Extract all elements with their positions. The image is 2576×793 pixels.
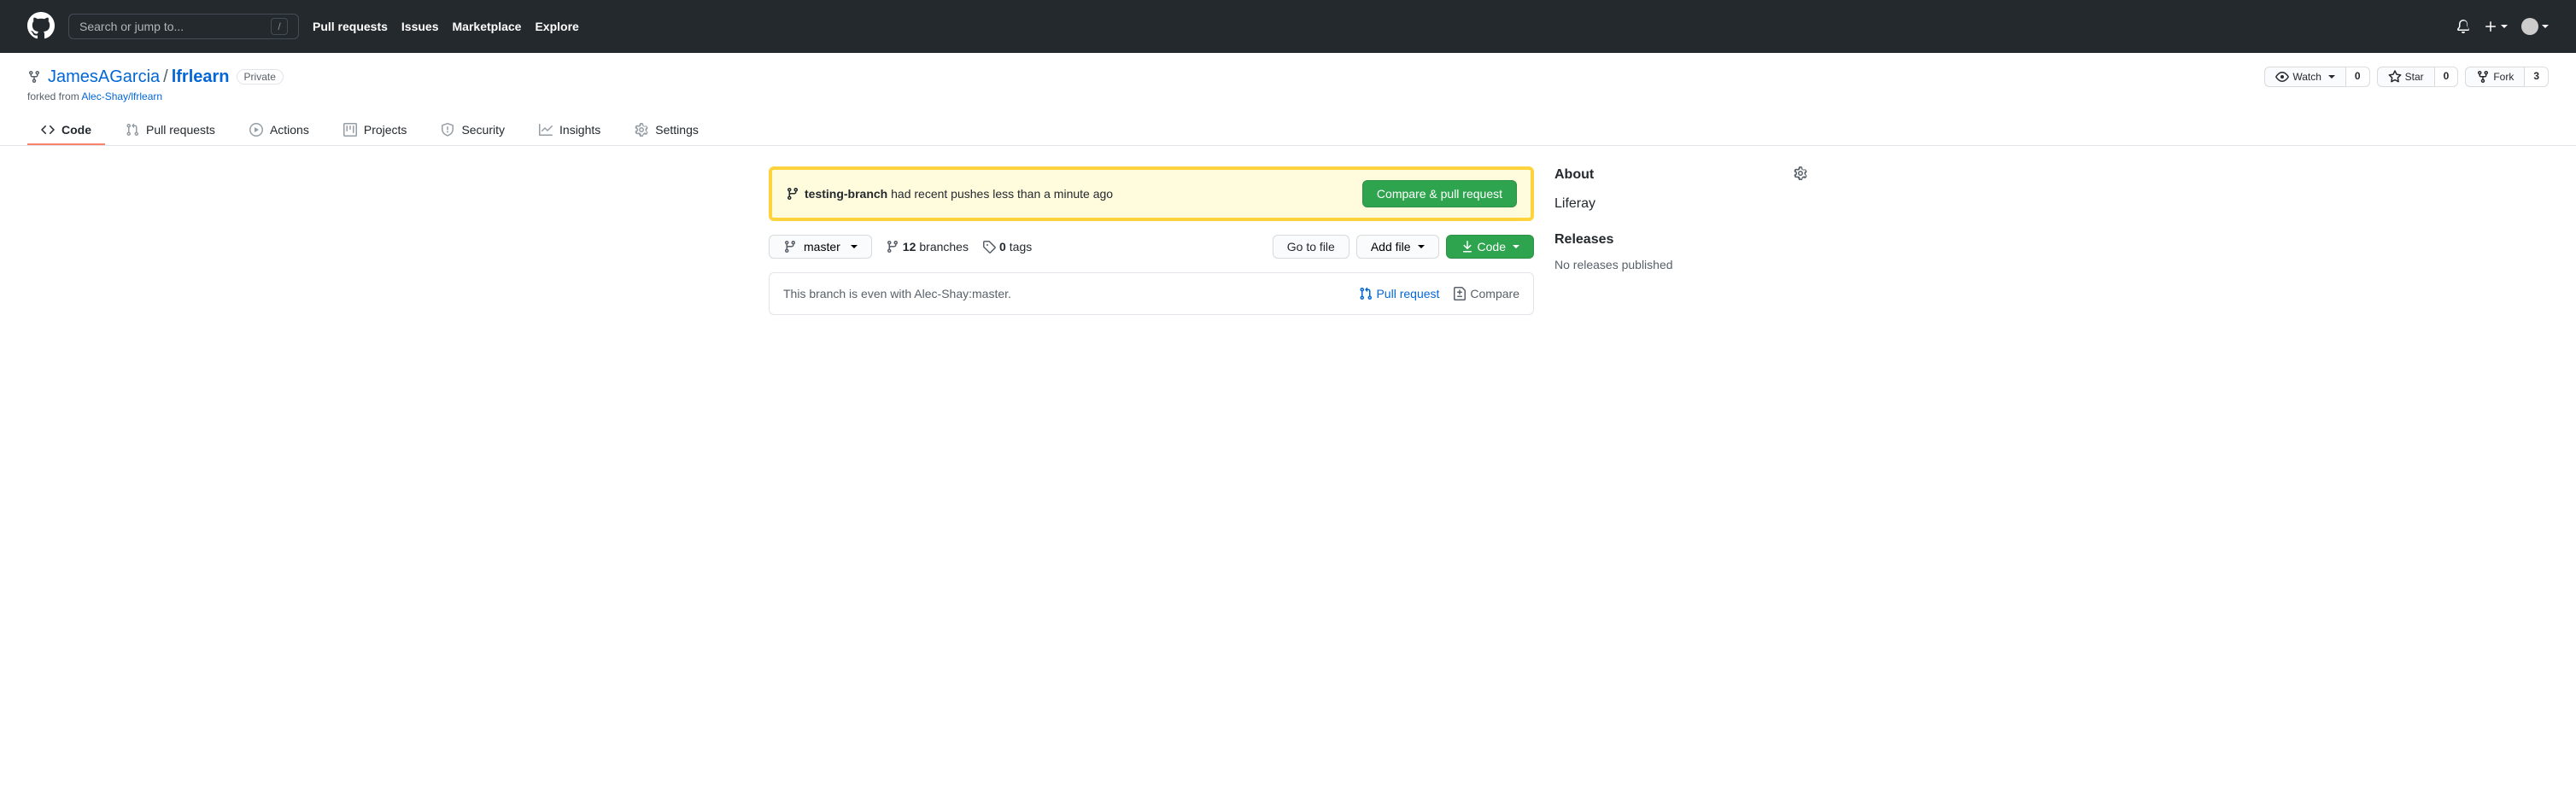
- watch-button[interactable]: Watch: [2264, 67, 2346, 87]
- edit-about-button[interactable]: [1794, 166, 1807, 183]
- releases-title: Releases: [1554, 232, 1807, 248]
- branch-comparison-box: This branch is even with Alec-Shay:maste…: [769, 272, 1534, 315]
- go-to-file-button[interactable]: Go to file: [1273, 235, 1349, 259]
- bell-icon: [2456, 20, 2470, 33]
- repo-title: JamesAGarcia / lfrlearn Private: [27, 67, 284, 87]
- tab-settings[interactable]: Settings: [621, 116, 712, 145]
- main-column: testing-branch had recent pushes less th…: [769, 166, 1534, 315]
- tab-projects[interactable]: Projects: [330, 116, 421, 145]
- graph-icon: [539, 123, 553, 137]
- pull-request-link[interactable]: Pull request: [1359, 287, 1439, 300]
- git-pull-request-icon: [126, 123, 139, 137]
- tag-icon: [982, 240, 996, 254]
- nav-marketplace[interactable]: Marketplace: [453, 20, 522, 33]
- tab-code[interactable]: Code: [27, 116, 105, 145]
- notifications-button[interactable]: [2456, 20, 2470, 33]
- releases-text: No releases published: [1554, 258, 1807, 271]
- recent-push-branch: testing-branch: [805, 187, 887, 201]
- repo-name-link[interactable]: lfrlearn: [172, 67, 230, 86]
- recent-push-alert: testing-branch had recent pushes less th…: [769, 166, 1534, 221]
- play-icon: [249, 123, 263, 137]
- fork-button[interactable]: Fork: [2465, 67, 2525, 87]
- caret-down-icon: [1513, 245, 1519, 248]
- tab-insights[interactable]: Insights: [525, 116, 614, 145]
- git-pull-request-icon: [1359, 287, 1373, 300]
- main-container: testing-branch had recent pushes less th…: [741, 146, 1835, 335]
- git-branch-icon: [786, 187, 799, 201]
- gear-icon: [1794, 166, 1807, 180]
- user-menu-button[interactable]: [2521, 18, 2549, 35]
- compare-link[interactable]: Compare: [1453, 287, 1519, 300]
- search-slash-hint: /: [271, 18, 288, 35]
- download-icon: [1461, 240, 1474, 254]
- caret-down-icon: [851, 245, 858, 248]
- about-section: About Liferay: [1554, 166, 1807, 212]
- gear-icon: [635, 123, 648, 137]
- branch-select-menu[interactable]: master: [769, 235, 872, 259]
- caret-down-icon: [2328, 75, 2335, 79]
- about-description: Liferay: [1554, 196, 1807, 212]
- github-logo[interactable]: [27, 12, 55, 42]
- create-new-button[interactable]: [2484, 20, 2508, 33]
- repo-forked-icon: [27, 70, 41, 84]
- fork-info: forked from Alec-Shay/lfrlearn: [27, 90, 2549, 102]
- header-right: [2456, 18, 2549, 35]
- star-count[interactable]: 0: [2435, 67, 2459, 87]
- sidebar: About Liferay Releases No releases publi…: [1554, 166, 1807, 315]
- repo-forked-icon: [2476, 70, 2490, 84]
- search-input[interactable]: [79, 20, 271, 33]
- nav-explore[interactable]: Explore: [535, 20, 578, 33]
- branches-link[interactable]: 12 branches: [886, 240, 969, 254]
- fork-count[interactable]: 3: [2525, 67, 2549, 87]
- git-branch-icon: [783, 240, 797, 254]
- tab-pull-requests[interactable]: Pull requests: [112, 116, 229, 145]
- compare-pull-request-button[interactable]: Compare & pull request: [1362, 180, 1517, 207]
- plus-icon: [2484, 20, 2497, 33]
- global-header: / Pull requests Issues Marketplace Explo…: [0, 0, 2576, 53]
- git-branch-icon: [886, 240, 899, 254]
- file-navigation: master 12 branches 0 tags Go to file Add…: [769, 235, 1534, 259]
- header-nav: Pull requests Issues Marketplace Explore: [313, 20, 579, 33]
- tab-security[interactable]: Security: [427, 116, 518, 145]
- caret-down-icon: [1418, 245, 1425, 248]
- code-download-button[interactable]: Code: [1446, 235, 1534, 259]
- project-icon: [343, 123, 357, 137]
- tab-actions[interactable]: Actions: [236, 116, 323, 145]
- star-icon: [2388, 70, 2402, 84]
- nav-issues[interactable]: Issues: [401, 20, 439, 33]
- fork-parent-link[interactable]: Alec-Shay/lfrlearn: [81, 90, 162, 102]
- tags-link[interactable]: 0 tags: [982, 240, 1032, 254]
- eye-icon: [2275, 70, 2289, 84]
- nav-pull-requests[interactable]: Pull requests: [313, 20, 388, 33]
- star-button[interactable]: Star: [2377, 67, 2435, 87]
- add-file-button[interactable]: Add file: [1356, 235, 1439, 259]
- repo-owner-link[interactable]: JamesAGarcia: [48, 67, 160, 87]
- code-icon: [41, 123, 55, 137]
- github-mark-icon: [27, 12, 55, 39]
- even-with-text: This branch is even with Alec-Shay:maste…: [783, 287, 1011, 300]
- repo-tabs: Code Pull requests Actions Projects Secu…: [27, 116, 2549, 145]
- shield-icon: [441, 123, 454, 137]
- visibility-badge: Private: [237, 69, 284, 85]
- about-title: About: [1554, 167, 1594, 183]
- search-box[interactable]: /: [68, 14, 299, 39]
- file-diff-icon: [1453, 287, 1467, 300]
- watch-count[interactable]: 0: [2346, 67, 2370, 87]
- caret-down-icon: [2542, 25, 2549, 28]
- repo-actions: Watch 0 Star 0 Fork 3: [2264, 67, 2549, 87]
- releases-section: Releases No releases published: [1554, 232, 1807, 271]
- user-avatar: [2521, 18, 2538, 35]
- caret-down-icon: [2501, 25, 2508, 28]
- repo-head: JamesAGarcia / lfrlearn Private Watch 0 …: [0, 53, 2576, 146]
